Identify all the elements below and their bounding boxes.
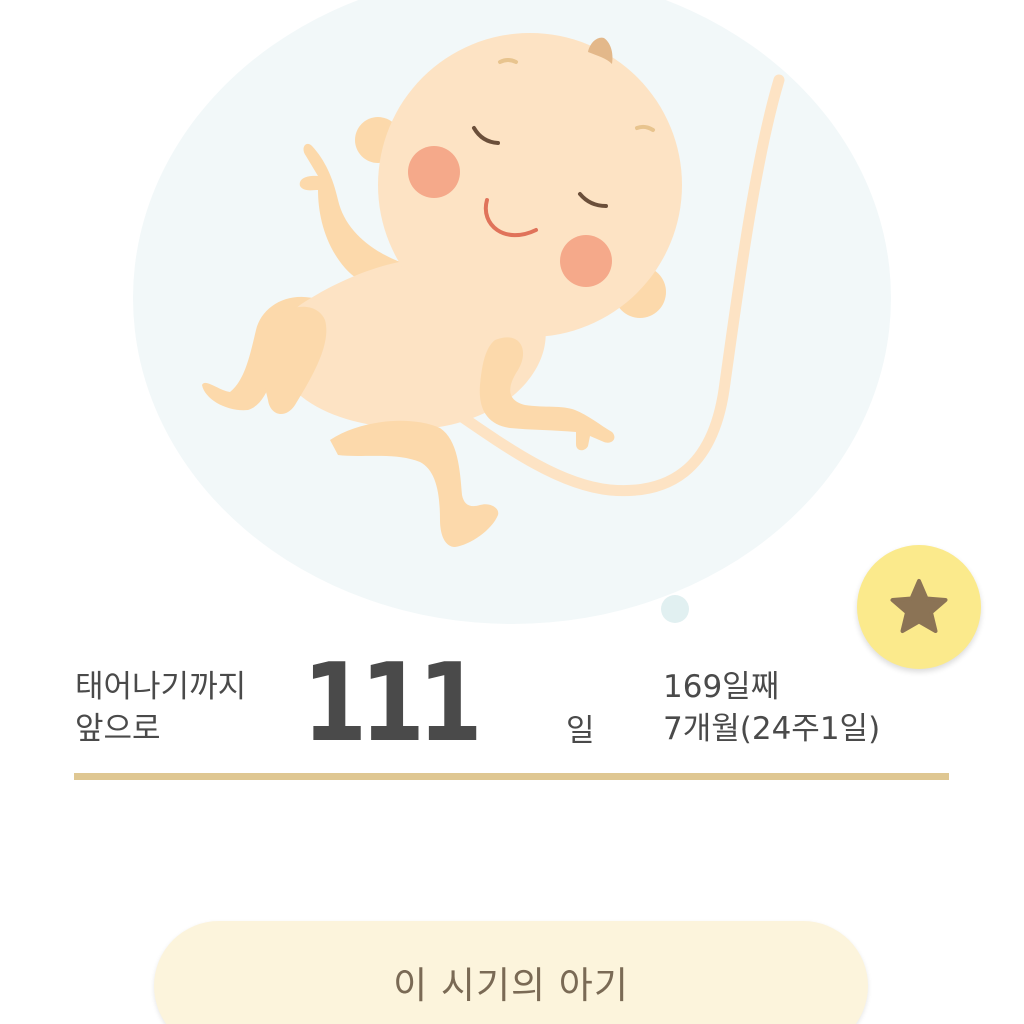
pregnancy-day-count: 169일째 [663,669,780,705]
countdown-label: 태어나기까지 앞으로 [75,666,246,750]
days-remaining-number: 111 [302,641,482,766]
pregnancy-month-week: 7개월(24주1일) [663,711,881,747]
baby-cheek-left [408,146,460,198]
favorite-button[interactable] [857,545,981,669]
countdown-label-line1: 태어나기까지 [75,669,247,705]
star-icon [890,579,948,633]
fetus-illustration [133,0,891,624]
page-indicator-dot[interactable] [661,595,689,623]
days-unit: 일 [566,713,595,749]
pregnancy-status: 169일째 7개월(24주1일) [663,666,880,750]
countdown-label-line2: 앞으로 [75,711,161,747]
divider [74,773,949,780]
baby-this-period-button[interactable]: 이 시기의 아기 [154,921,868,1024]
baby-this-period-label: 이 시기의 아기 [393,964,629,1007]
baby-dday-screen: 태어나기까지 앞으로 111 일 169일째 7개월(24주1일) 이 시기의 … [0,0,1024,1024]
baby-eyebrow-left [498,58,518,64]
baby-cheek-right [560,235,612,287]
